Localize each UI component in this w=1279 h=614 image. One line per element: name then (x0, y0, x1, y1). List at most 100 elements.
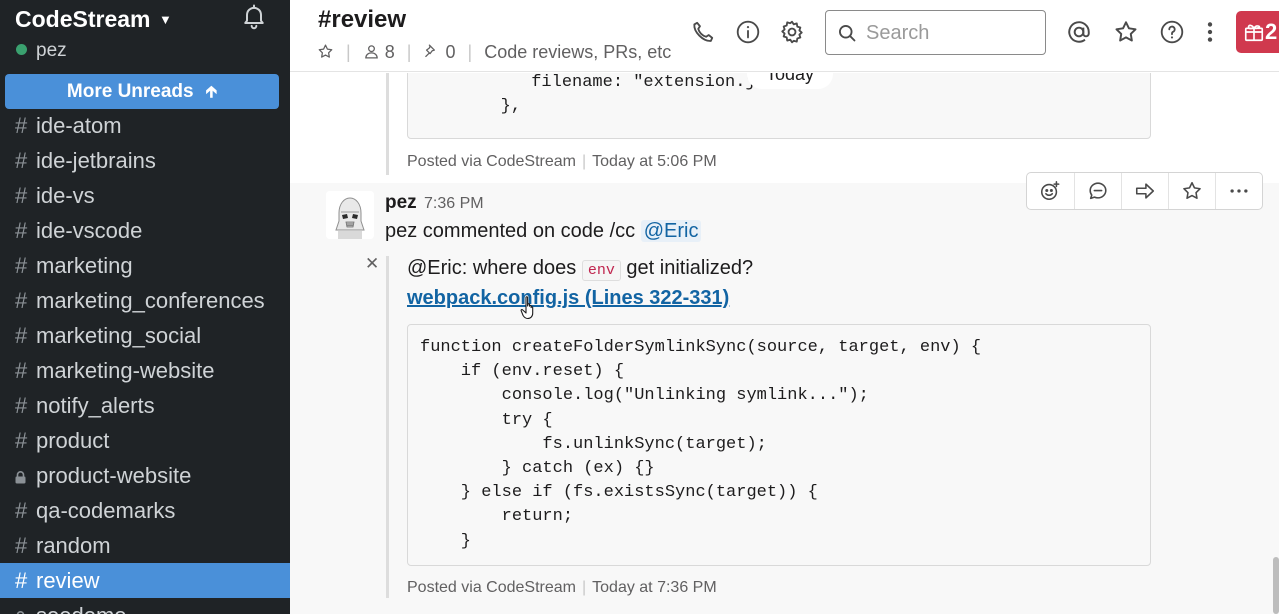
hash-icon: # (15, 498, 28, 523)
sidebar-item-ide-atom[interactable]: # ide-atom (0, 108, 290, 143)
sidebar-item-marketing_conferences[interactable]: # marketing_conferences (0, 283, 290, 318)
close-icon[interactable]: ✕ (365, 255, 379, 272)
sidebar-item-label: ide-vscode (36, 218, 143, 243)
gear-icon[interactable] (779, 19, 805, 45)
user-mention[interactable]: @Eric (640, 220, 702, 242)
sidebar-item-label: ide-atom (36, 113, 122, 138)
page-title: #review (318, 6, 407, 33)
sidebar-item-label: review (36, 568, 100, 593)
star-message-button[interactable] (1168, 173, 1215, 209)
add-reaction-button[interactable] (1027, 173, 1074, 209)
search-box[interactable] (825, 10, 1046, 55)
channel-list: # ide-atom # ide-jetbrains # ide-vs # ide-vscod… (0, 108, 290, 614)
sidebar-item-label: marketing-website (36, 358, 215, 383)
posted-via: Posted via CodeStream (407, 153, 576, 170)
sidebar-item-product-website[interactable]: product-website (0, 458, 290, 493)
star-icon[interactable] (1113, 19, 1139, 45)
posted-time[interactable]: Today at 5:06 PM (592, 153, 717, 170)
sidebar-item-seedemo[interactable]: seedemo (0, 598, 290, 614)
message-actions-toolbar (1026, 172, 1263, 210)
help-icon[interactable] (1159, 19, 1185, 45)
hand-cursor-icon (520, 296, 534, 320)
sidebar-item-label: marketing_conferences (36, 288, 265, 313)
current-user[interactable]: pez (16, 40, 67, 62)
sidebar-item-label: product (36, 428, 110, 453)
message-time[interactable]: 7:36 PM (424, 195, 484, 213)
lock-icon (15, 458, 36, 493)
hash-icon: # (15, 568, 28, 593)
sidebar-item-marketing-website[interactable]: # marketing-website (0, 353, 290, 388)
sidebar-item-label: qa-codemarks (36, 498, 176, 523)
sidebar: CodeStream ▼ pez More Unreads 🡱 # ide-atom… (0, 0, 290, 614)
member-count: 8 (384, 42, 395, 62)
sidebar-item-label: product-website (36, 463, 192, 488)
code-text: filename: "extension.js }, (500, 73, 766, 117)
inline-code: env (581, 260, 621, 281)
search-icon (839, 25, 856, 42)
reply-thread-icon (1089, 182, 1107, 200)
bell-icon[interactable] (240, 2, 268, 30)
comment-text: @Eric: where does env get initialized? (407, 257, 753, 281)
stormtrooper-avatar-icon (326, 191, 374, 239)
sidebar-item-marketing_social[interactable]: # marketing_social (0, 318, 290, 353)
avatar[interactable] (326, 191, 374, 239)
reply-thread-button[interactable] (1074, 173, 1121, 209)
add-reaction-icon (1040, 181, 1060, 201)
member-count-button[interactable]: 8 (363, 42, 395, 62)
hash-icon: # (15, 358, 28, 383)
hash-icon: # (15, 183, 28, 208)
sidebar-item-review[interactable]: # review (0, 563, 290, 598)
more-actions-button[interactable] (1215, 173, 1262, 209)
posted-time[interactable]: Today at 7:36 PM (592, 579, 717, 596)
chevron-down-icon: ▼ (158, 12, 172, 27)
presence-dot (16, 44, 27, 55)
sidebar-item-ide-vs[interactable]: # ide-vs (0, 178, 290, 213)
sidebar-item-ide-vscode[interactable]: # ide-vscode (0, 213, 290, 248)
kebab-icon[interactable] (1197, 19, 1223, 45)
more-icon (1230, 189, 1248, 193)
star-icon (1183, 181, 1201, 200)
posted-via-line: Posted via CodeStream | Today at 7:36 PM (407, 579, 717, 596)
sidebar-item-ide-jetbrains[interactable]: # ide-jetbrains (0, 143, 290, 178)
hash-icon: # (15, 148, 28, 173)
gift-icon (1244, 24, 1264, 42)
sidebar-item-label: seedemo (36, 603, 127, 614)
sidebar-item-label: marketing_social (36, 323, 202, 348)
sidebar-item-random[interactable]: # random (0, 528, 290, 563)
message-text-prefix: pez commented on code /cc (385, 220, 641, 242)
message-pane[interactable]: filename: "extension.js }, Posted via Co… (290, 73, 1279, 614)
sidebar-item-label: marketing (36, 253, 133, 278)
share-button[interactable] (1121, 173, 1168, 209)
more-unreads-button[interactable]: More Unreads 🡱 (5, 74, 279, 109)
scrollbar[interactable] (1273, 557, 1279, 614)
hash-icon: # (15, 288, 28, 313)
share-icon (1135, 183, 1155, 199)
hash-icon: # (15, 113, 28, 138)
attachment-bar (386, 256, 389, 598)
team-menu[interactable]: CodeStream ▼ (15, 6, 275, 36)
hash-icon: # (15, 323, 28, 348)
sidebar-item-product[interactable]: # product (0, 423, 290, 458)
star-icon[interactable] (317, 43, 334, 60)
sidebar-item-qa-codemarks[interactable]: # qa-codemarks (0, 493, 290, 528)
phone-icon[interactable] (690, 19, 716, 45)
arrow-up-icon: 🡱 (205, 84, 218, 101)
info-icon[interactable] (735, 19, 761, 45)
channel-topic[interactable]: Code reviews, PRs, etc (484, 42, 671, 62)
gift-button[interactable]: 2 (1236, 11, 1279, 53)
sidebar-item-notify_alerts[interactable]: # notify_alerts (0, 388, 290, 423)
more-unreads-label: More Unreads (66, 81, 194, 102)
file-link[interactable]: webpack.config.js (Lines 322-331) (407, 287, 729, 310)
channel-header: #review | 8 | 0 | Code reviews, PRs, etc… (290, 0, 1279, 72)
search-input[interactable] (866, 19, 1036, 47)
hash-icon: # (15, 393, 28, 418)
message-author[interactable]: pez (385, 192, 417, 214)
comment-before: @Eric: where does (407, 257, 582, 279)
pinned-count-button[interactable]: 0 (423, 42, 456, 62)
sidebar-item-marketing[interactable]: # marketing (0, 248, 290, 283)
team-name: CodeStream (15, 6, 151, 32)
pin-icon (425, 44, 436, 58)
attachment-bar (386, 73, 389, 175)
date-divider[interactable]: Today (747, 73, 833, 89)
at-icon[interactable] (1066, 19, 1092, 45)
